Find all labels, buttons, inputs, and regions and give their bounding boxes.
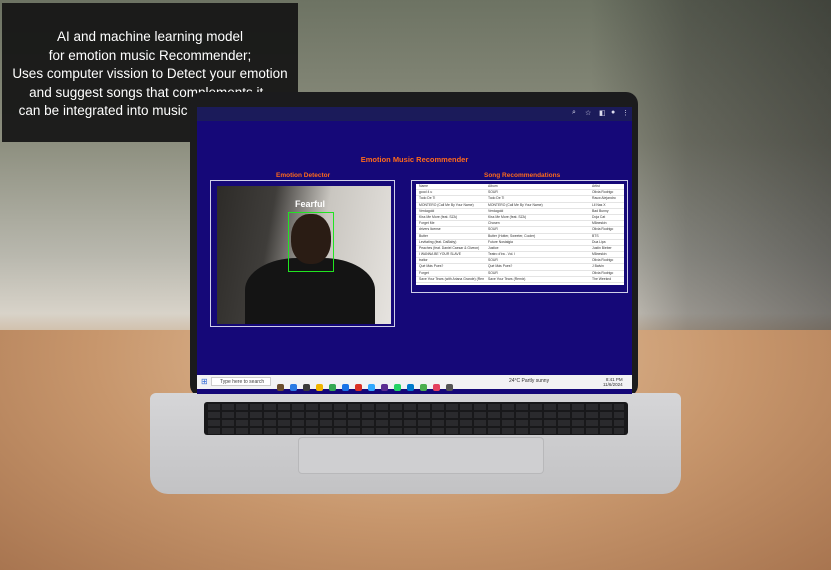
- windows-start-icon[interactable]: ⊞: [201, 377, 208, 386]
- table-cell: J Balvin: [592, 264, 604, 269]
- browser-topbar: ⌕ ☆ ◧ ● ⋮: [197, 107, 632, 121]
- table-cell: Forget: [419, 270, 429, 275]
- table-cell: Verdagold: [419, 208, 435, 213]
- table-cell: Butter (Hotter, Sweeter, Cooler): [488, 233, 536, 238]
- caption-line: for emotion music Recommender;: [48, 47, 252, 63]
- app-icon[interactable]: [355, 384, 362, 391]
- table-cell: Todo De Ti: [419, 196, 436, 201]
- table-cell: Qué Más Pues?: [488, 264, 513, 269]
- app-icon[interactable]: [277, 384, 284, 391]
- face-bounding-box: [288, 212, 334, 272]
- table-cell: BTS: [592, 233, 599, 238]
- laptop-keyboard: [204, 402, 628, 435]
- app-icon[interactable]: [303, 384, 310, 391]
- table-cell: Dua Lipa: [592, 239, 606, 244]
- table-cell: SOUR: [488, 270, 498, 275]
- weather-widget[interactable]: 24°C Partly sunny: [509, 378, 549, 384]
- table-cell: MONTERO (Call Me By Your Name): [488, 202, 543, 207]
- table-cell: Kiss Me More (feat. SZA): [488, 214, 527, 219]
- table-cell: Olivia Rodrigo: [592, 270, 614, 275]
- webcam-feed: Fearful: [217, 186, 391, 324]
- column-header: Artist: [592, 184, 600, 188]
- table-cell: Peaches (feat. Daniel Caesar & Giveon): [419, 245, 480, 250]
- table-cell: Levitating (feat. DaBaby): [419, 239, 457, 244]
- caption-line: Uses computer vission to Detect your emo…: [12, 66, 288, 81]
- table-cell: traitor: [419, 258, 428, 263]
- table-cell: Måneskin: [592, 221, 607, 226]
- table-cell: Justice: [488, 245, 499, 250]
- table-cell: The Weeknd: [592, 276, 612, 281]
- table-cell: Chosen: [488, 221, 500, 226]
- app-icon[interactable]: [433, 384, 440, 391]
- table-cell: Qué Más Pues?: [419, 264, 444, 269]
- table-cell: Justin Bieber: [592, 245, 612, 250]
- taskbar: ⊞ Type here to search 24°C Partly sunny …: [197, 375, 632, 391]
- profile-icon[interactable]: ●: [611, 109, 615, 116]
- app-icon[interactable]: [342, 384, 349, 391]
- search-icon[interactable]: ⌕: [572, 109, 576, 117]
- table-cell: Måneskin: [592, 252, 607, 257]
- app-icon[interactable]: [381, 384, 388, 391]
- column-header: Name: [419, 184, 429, 188]
- table-cell: SOUR: [488, 258, 498, 263]
- caption-line: AI and machine learning model: [56, 29, 244, 44]
- table-cell: Save Your Tears (with Ariana Grande) (Re…: [419, 276, 484, 281]
- clock-date: 11/6/2024: [603, 382, 623, 387]
- table-cell: I WANNA BE YOUR SLAVE: [419, 252, 461, 257]
- table-row: Save Your Tears (with Ariana Grande) (Re…: [416, 277, 624, 283]
- table-cell: Future Nostalgia: [488, 239, 513, 244]
- app-icon[interactable]: [420, 384, 427, 391]
- table-cell: Doja Cat: [592, 214, 606, 219]
- table-cell: Forget Me: [419, 221, 435, 226]
- table-cell: Lil Nas X: [592, 202, 606, 207]
- detector-label: Emotion Detector: [276, 172, 331, 179]
- table-cell: Butter: [419, 233, 429, 238]
- extensions-icon[interactable]: ◧: [599, 109, 606, 117]
- table-cell: Olivia Rodrigo: [592, 258, 614, 263]
- laptop-trackpad: [298, 437, 544, 474]
- whatsapp-icon[interactable]: [394, 384, 401, 391]
- taskbar-search-input[interactable]: Type here to search: [211, 377, 271, 386]
- emotion-label: Fearful: [295, 199, 326, 209]
- recommendations-label: Song Recommendations: [484, 172, 561, 179]
- table-cell: Save Your Tears (Remix): [488, 276, 526, 281]
- app-title: Emotion Music Recommender: [360, 155, 469, 164]
- chrome-icon[interactable]: [329, 384, 336, 391]
- taskbar-apps: [277, 378, 459, 394]
- table-cell: MONTERO (Call Me By Your Name): [419, 202, 474, 207]
- table-cell: Kiss Me More (feat. SZA): [419, 214, 458, 219]
- table-cell: drivers license: [419, 227, 441, 232]
- table-cell: good 4 u: [419, 190, 433, 195]
- table-cell: Rauw Alejandro: [592, 196, 616, 201]
- table-cell: SOUR: [488, 190, 498, 195]
- app-icon[interactable]: [290, 384, 297, 391]
- column-header: Album: [488, 184, 498, 188]
- table-cell: Todo De Ti: [488, 196, 505, 201]
- table-cell: Olivia Rodrigo: [592, 227, 614, 232]
- star-icon[interactable]: ☆: [585, 109, 591, 117]
- recommendations-table: Name Album Artist good 4 u SOUR Olivia Rod…: [416, 184, 624, 285]
- menu-icon[interactable]: ⋮: [622, 109, 629, 117]
- folder-icon[interactable]: [316, 384, 323, 391]
- photoshop-icon[interactable]: [368, 384, 375, 391]
- table-cell: Olivia Rodrigo: [592, 190, 614, 195]
- table-cell: Teatro d'ira - Vol. I: [488, 252, 516, 257]
- app-screen: ⌕ ☆ ◧ ● ⋮ Emotion Music Recommender Emot…: [197, 107, 632, 394]
- table-cell: Bad Bunny: [592, 208, 609, 213]
- vscode-icon[interactable]: [407, 384, 414, 391]
- app-icon[interactable]: [446, 384, 453, 391]
- table-cell: Verdagold: [488, 208, 504, 213]
- taskbar-clock[interactable]: 8:41 PM 11/6/2024: [603, 377, 623, 387]
- table-cell: SOUR: [488, 227, 498, 232]
